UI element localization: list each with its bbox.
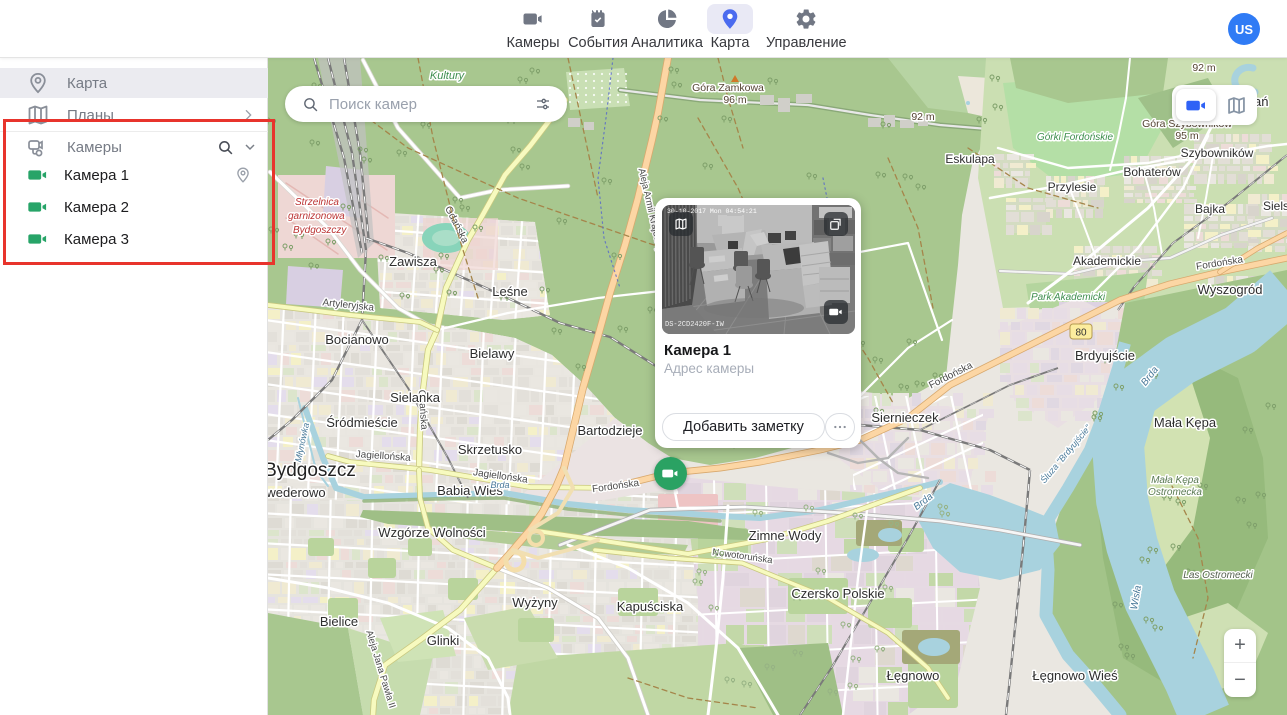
- svg-text:Mała Kępa: Mała Kępa: [1151, 475, 1199, 486]
- svg-text:Bielawy: Bielawy: [470, 346, 515, 361]
- svg-text:Las Ostromecki: Las Ostromecki: [1183, 570, 1253, 581]
- svg-text:Szybowników: Szybowników: [1181, 146, 1254, 160]
- svg-text:Park Akademicki: Park Akademicki: [1031, 292, 1106, 303]
- svg-text:Siels: Siels: [1263, 199, 1287, 213]
- svg-text:Glinki: Glinki: [427, 633, 460, 648]
- svg-text:Bartodzieje: Bartodzieje: [577, 423, 642, 438]
- svg-text:Bohaterów: Bohaterów: [1123, 165, 1181, 179]
- svg-text:Wyżyny: Wyżyny: [512, 595, 558, 610]
- svg-text:Bydgoszczy: Bydgoszczy: [293, 225, 347, 236]
- svg-text:Bydgoszcz: Bydgoszcz: [268, 460, 356, 481]
- svg-text:Siernieczek: Siernieczek: [871, 410, 939, 425]
- svg-text:Brdyujście: Brdyujście: [1075, 348, 1135, 363]
- svg-text:Górki Fordońskie: Górki Fordońskie: [1037, 132, 1114, 143]
- svg-text:96 m: 96 m: [723, 94, 747, 106]
- svg-text:Ostromecka: Ostromecka: [1148, 487, 1202, 498]
- svg-text:80: 80: [1075, 328, 1087, 339]
- svg-text:Przylesie: Przylesie: [1048, 180, 1097, 194]
- svg-text:92 m: 92 m: [1192, 62, 1216, 74]
- svg-text:Kapuściska: Kapuściska: [617, 599, 684, 614]
- svg-text:Brda: Brda: [490, 480, 509, 490]
- svg-text:garnizonowa: garnizonowa: [288, 211, 345, 222]
- svg-text:Leśne: Leśne: [492, 284, 527, 299]
- svg-text:Mała Kępa: Mała Kępa: [1154, 415, 1217, 430]
- svg-text:Zawisza: Zawisza: [389, 254, 437, 269]
- svg-text:Bielice: Bielice: [320, 614, 358, 629]
- svg-text:wederowo: wederowo: [268, 485, 326, 500]
- svg-text:Śródmieście: Śródmieście: [326, 415, 398, 430]
- svg-text:Łęgnowo Wieś: Łęgnowo Wieś: [1032, 668, 1118, 683]
- svg-text:Bajka: Bajka: [1195, 202, 1225, 216]
- svg-text:92 m: 92 m: [911, 111, 935, 123]
- svg-text:Akademickie: Akademickie: [1073, 254, 1141, 268]
- svg-text:Kultury: Kultury: [430, 70, 466, 82]
- svg-text:Eskulapa: Eskulapa: [945, 152, 995, 166]
- svg-text:95 m: 95 m: [1175, 130, 1199, 142]
- svg-text:Wzgórze Wolności: Wzgórze Wolności: [378, 525, 486, 540]
- svg-text:Góra Zamkowa: Góra Zamkowa: [692, 82, 764, 94]
- svg-text:Sielanka: Sielanka: [390, 390, 441, 405]
- svg-text:Łęgnowo: Łęgnowo: [887, 668, 940, 683]
- svg-text:DS-2CD2420F-IW: DS-2CD2420F-IW: [665, 321, 725, 329]
- svg-text:Zimne Wody: Zimne Wody: [749, 528, 822, 543]
- svg-text:Czersko Polskie: Czersko Polskie: [791, 586, 884, 601]
- svg-text:Strzelnica: Strzelnica: [295, 197, 339, 208]
- svg-text:Skrzetusko: Skrzetusko: [458, 442, 522, 457]
- svg-text:Wyszogród: Wyszogród: [1198, 282, 1263, 297]
- svg-text:Bocianowo: Bocianowo: [325, 332, 389, 347]
